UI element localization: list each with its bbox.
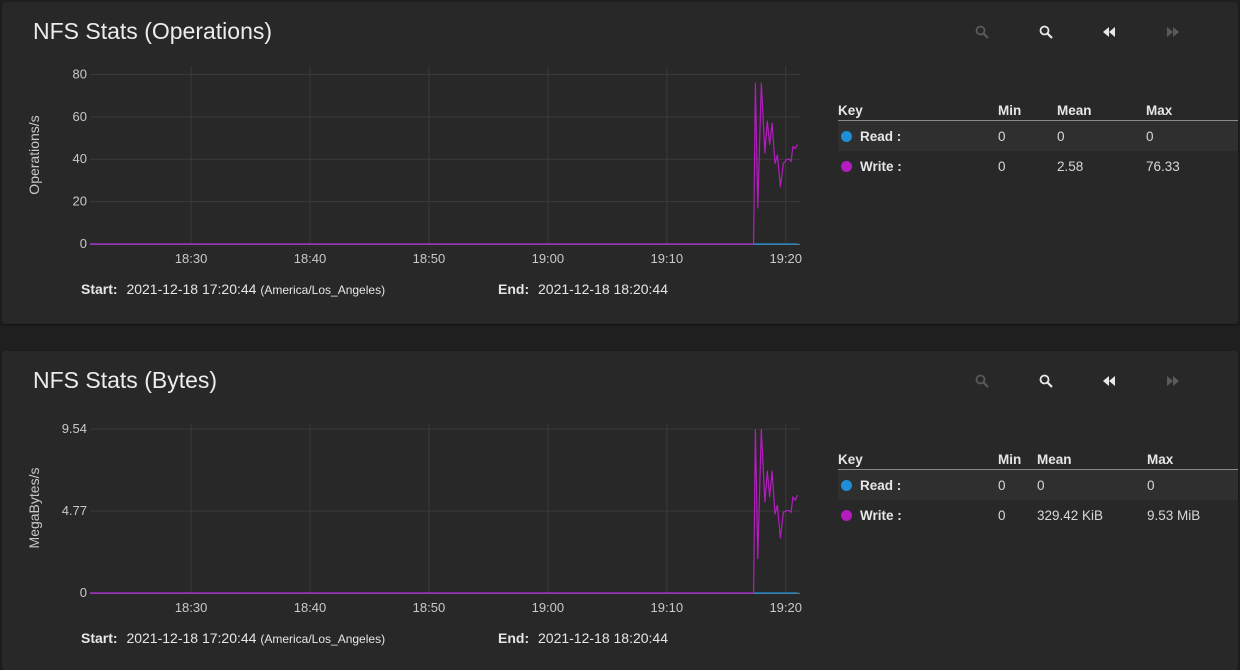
legend-header-max: Max [1147,447,1238,470]
series-line-write [90,82,799,245]
legend-max: 0 [1146,120,1238,151]
write-color-dot [841,160,852,172]
legend-max: 9.53 MiB [1147,507,1201,523]
y-tick-label: 4.77 [62,503,87,518]
operations-chart[interactable]: 18:30 18:40 18:50 19:00 19:10 19:20 0 20 40 60 80 O… [2,2,832,324]
read-color-dot [841,479,852,491]
y-tick-label: 0 [80,585,87,600]
x-tick-label: 19:00 [532,600,565,615]
legend-series-name: Write : [860,507,902,523]
legend-header-mean: Mean [1057,98,1146,121]
legend-max: 0 [1147,469,1238,500]
y-tick-label: 80 [73,66,87,81]
legend-mean: 0 [1057,120,1146,151]
legend-header-max: Max [1146,98,1238,121]
chart-legend: Key Min Mean Max Read : 0 0 0 Write : 0 … [838,98,1238,181]
time-range-start: Start: 2021-12-18 17:20:44 (America/Los_… [81,630,385,646]
end-label: End: [498,281,530,297]
legend-mean: 2.58 [1057,158,1084,174]
x-tick-label: 19:10 [651,251,684,266]
legend-min: 0 [998,507,1006,523]
fast-forward-icon[interactable] [1157,16,1189,48]
y-tick-label: 60 [73,109,87,124]
legend-min: 0 [998,120,1057,151]
y-tick-label: 0 [80,236,87,251]
rewind-icon[interactable] [1093,16,1125,48]
legend-header-min: Min [998,98,1057,121]
y-tick-label: 40 [73,151,87,166]
nfs-operations-card: NFS Stats (Operations) 18:30 18:40 18:50 19… [2,2,1238,324]
zoom-in-icon[interactable] [966,365,998,397]
start-timezone: (America/Los_Angeles) [260,632,386,646]
read-color-dot [841,130,852,142]
rewind-icon[interactable] [1093,365,1125,397]
legend-header-mean: Mean [1037,447,1147,470]
x-tick-label: 18:50 [413,600,446,615]
legend-header-key: Key [838,98,998,121]
chart-legend: Key Min Mean Max Read : 0 0 0 Write : 0 … [838,447,1238,530]
start-timezone: (America/Los_Angeles) [260,283,386,297]
y-axis-label: Operations/s [26,115,42,194]
legend-series-name: Write : [860,158,902,174]
zoom-out-icon[interactable] [1030,365,1062,397]
start-value: 2021-12-18 17:20:44 [126,630,257,646]
x-tick-label: 19:00 [532,251,565,266]
y-tick-label: 9.54 [62,421,87,436]
bytes-chart[interactable]: 18:30 18:40 18:50 19:00 19:10 19:20 0 4.77 9.54 M… [2,351,832,670]
nfs-bytes-card: NFS Stats (Bytes) 18:30 18:40 18:50 19:00 19… [2,351,1238,670]
x-tick-label: 19:20 [769,251,802,266]
legend-mean: 329.42 KiB [1037,507,1104,523]
x-tick-label: 18:40 [294,251,327,266]
write-color-dot [841,509,852,521]
legend-row-read: Read : 0 0 0 [838,469,1238,500]
end-value: 2021-12-18 18:20:44 [538,630,668,646]
legend-series-name: Read : [860,128,902,144]
legend-series-name: Read : [860,477,902,493]
end-label: End: [498,630,530,646]
legend-row-write: Write : 0 2.58 76.33 [838,151,1238,181]
y-axis-label: MegaBytes/s [26,468,42,549]
zoom-out-icon[interactable] [1030,16,1062,48]
fast-forward-icon[interactable] [1157,365,1189,397]
start-label: Start: [81,281,118,297]
x-tick-label: 18:40 [294,600,327,615]
x-tick-label: 18:30 [175,251,208,266]
start-label: Start: [81,630,118,646]
legend-header-key: Key [838,447,998,470]
time-range-start: Start: 2021-12-18 17:20:44 (America/Los_… [81,281,385,297]
end-value: 2021-12-18 18:20:44 [538,281,668,297]
legend-min: 0 [998,469,1037,500]
y-tick-label: 20 [73,194,87,209]
x-tick-label: 18:50 [413,251,446,266]
time-range-end: End: 2021-12-18 18:20:44 [498,281,668,297]
x-tick-label: 19:10 [651,600,684,615]
x-tick-label: 18:30 [175,600,208,615]
legend-min: 0 [998,158,1006,174]
time-range-end: End: 2021-12-18 18:20:44 [498,630,668,646]
start-value: 2021-12-18 17:20:44 [126,281,257,297]
legend-row-read: Read : 0 0 0 [838,120,1238,151]
legend-max: 76.33 [1146,158,1180,174]
zoom-in-icon[interactable] [966,16,998,48]
x-tick-label: 19:20 [769,600,802,615]
legend-header-min: Min [998,447,1037,470]
legend-mean: 0 [1037,469,1147,500]
legend-row-write: Write : 0 329.42 KiB 9.53 MiB [838,500,1238,530]
